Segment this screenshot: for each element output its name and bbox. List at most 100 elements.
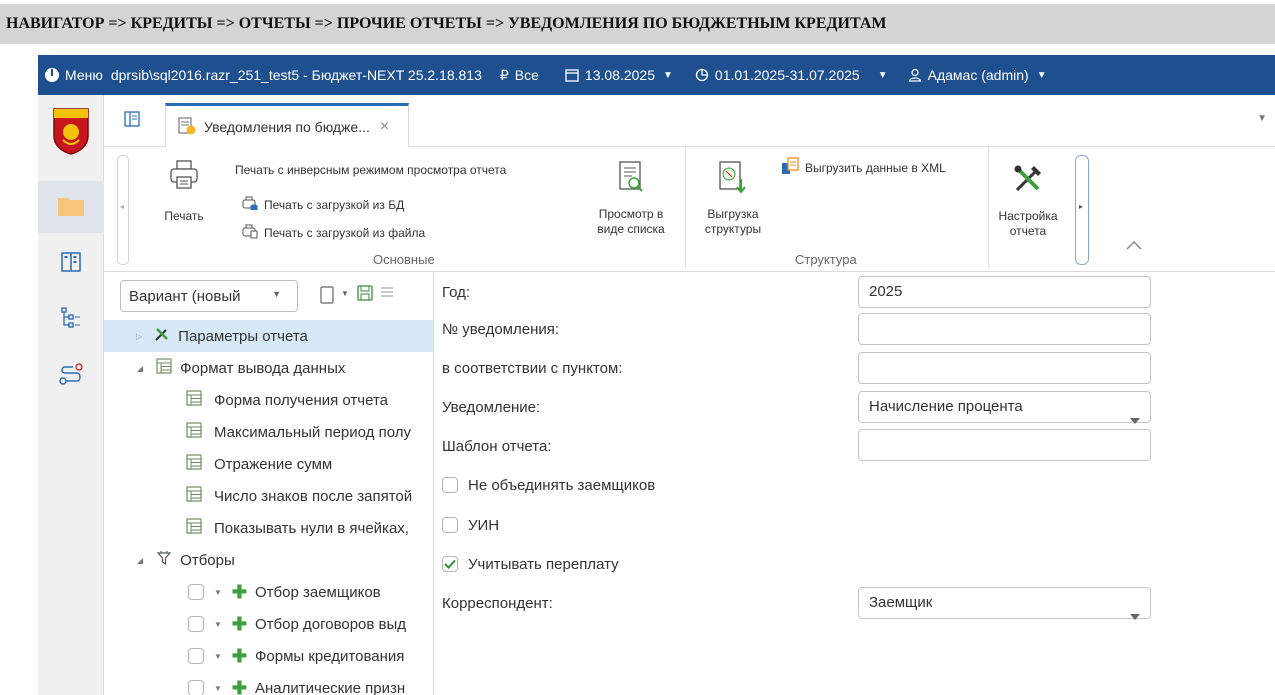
notice-type-value: Начисление процента xyxy=(869,398,1023,415)
user-icon xyxy=(908,68,922,82)
tab-overflow-chevron-icon[interactable]: ▼ xyxy=(1257,113,1267,124)
logo xyxy=(38,101,104,161)
report-settings-button[interactable]: Настройка отчета xyxy=(997,163,1059,239)
tree-item-show-zeros[interactable]: Показывать нули в ячейках, xyxy=(104,512,433,544)
export-xml-button[interactable]: Выгрузить данные в XML xyxy=(781,157,946,178)
tree-item-label: Формы кредитования xyxy=(255,647,405,665)
uin-label: УИН xyxy=(468,516,500,534)
print-db-button[interactable]: Печать с загрузкой из БД xyxy=(242,195,404,214)
save-icon[interactable] xyxy=(357,285,373,304)
variant-select[interactable]: Вариант (новый ▼ xyxy=(120,280,298,312)
ribbon-separator xyxy=(685,147,686,269)
expand-arrow-icon[interactable]: ▷ xyxy=(136,332,142,341)
date-selector[interactable]: 13.08.2025 ▼ xyxy=(565,67,673,83)
tree-item-checkbox[interactable] xyxy=(188,584,204,600)
tree-item-sums-display[interactable]: Отражение сумм xyxy=(104,448,433,480)
no-merge-borrowers-label: Не объединять заемщиков xyxy=(468,476,656,494)
chevron-down-icon[interactable]: ▼ xyxy=(214,684,222,693)
new-document-icon[interactable] xyxy=(320,286,334,307)
view-list-button[interactable]: Просмотр в виде списка xyxy=(588,161,674,237)
print-db-label: Печать с загрузкой из БД xyxy=(264,197,405,212)
tree-item-credit-forms[interactable]: ▼ ✚ Формы кредитования xyxy=(104,640,433,672)
tree-item-output-format[interactable]: ◢ Формат вывода данных xyxy=(104,352,433,384)
tab-label: Уведомления по бюдже... xyxy=(204,119,370,135)
tree-item-analytic-attrs[interactable]: ▼ ✚ Аналитические призн xyxy=(104,672,433,695)
tree-item-contracts-filter[interactable]: ▼ ✚ Отбор договоров выд xyxy=(104,608,433,640)
database-print-icon xyxy=(242,195,258,214)
panel-toggle-icon[interactable] xyxy=(124,111,140,130)
collapse-arrow-icon[interactable]: ◢ xyxy=(137,556,143,565)
chevron-down-icon[interactable]: ▼ xyxy=(214,652,222,661)
breadcrumb: НАВИГАТОР => КРЕДИТЫ => ОТЧЕТЫ => ПРОЧИЕ… xyxy=(0,4,1275,44)
table-icon xyxy=(186,486,202,506)
notice-number-field[interactable] xyxy=(858,313,1151,345)
ribbon-scroll-left[interactable]: ◂ xyxy=(117,155,129,265)
overpayment-option[interactable]: Учитывать переплату xyxy=(442,549,619,579)
chevron-down-icon[interactable]: ▼ xyxy=(214,620,222,629)
layout-button[interactable] xyxy=(38,237,104,289)
clause-field[interactable] xyxy=(858,352,1151,384)
tree-item-label: Параметры отчета xyxy=(178,327,308,345)
correspondent-value: Заемщик xyxy=(869,594,933,611)
chevron-down-icon: ▼ xyxy=(877,69,888,81)
budget-filter[interactable]: ₽ Все xyxy=(500,67,539,84)
table-icon xyxy=(186,454,202,474)
tree-item-borrowers-filter[interactable]: ▼ ✚ Отбор заемщиков xyxy=(104,576,433,608)
tree-item-checkbox[interactable] xyxy=(188,648,204,664)
correspondent-select[interactable]: Заемщик xyxy=(858,587,1151,620)
notice-type-select[interactable]: Начисление процента xyxy=(858,391,1151,424)
clock-icon xyxy=(695,68,709,82)
year-field[interactable]: 2025 xyxy=(858,276,1151,308)
collapse-ribbon-chevron-icon[interactable] xyxy=(1126,239,1142,253)
overpayment-checkbox[interactable] xyxy=(442,556,458,572)
chevron-down-icon: ▼ xyxy=(663,69,673,81)
tree-item-report-params[interactable]: ▷ Параметры отчета xyxy=(104,320,433,352)
folder-button[interactable] xyxy=(38,181,104,233)
export-structure-button[interactable]: Выгрузка структуры xyxy=(695,161,771,237)
group-structure-label: Структура xyxy=(795,252,857,267)
no-merge-borrowers-option[interactable]: Не объединять заемщиков xyxy=(442,470,655,500)
chevron-down-icon[interactable]: ▼ xyxy=(341,289,349,298)
correspondent-label: Корреспондент: xyxy=(442,595,553,612)
tree-item-max-period[interactable]: Максимальный период полу xyxy=(104,416,433,448)
no-merge-borrowers-checkbox[interactable] xyxy=(442,477,458,493)
chevron-down-icon[interactable]: ▼ xyxy=(214,588,222,597)
funnel-icon xyxy=(156,550,172,570)
print-file-button[interactable]: Печать с загрузкой из файла xyxy=(242,223,425,242)
chevron-left-icon: ◂ xyxy=(120,202,125,211)
notice-number-label: № уведомления: xyxy=(442,321,560,338)
connection-info: dprsib\sql2016.razr_251_test5 - Бюджет-N… xyxy=(110,67,482,83)
user-menu[interactable]: Адамас (admin) ▼ xyxy=(908,67,1047,83)
overpayment-label: Учитывать переплату xyxy=(468,555,619,573)
hierarchy-button[interactable] xyxy=(38,293,104,345)
template-field[interactable] xyxy=(858,429,1151,461)
table-icon xyxy=(186,390,202,410)
tab-strip: Уведомления по бюдже... × ▼ xyxy=(104,95,1275,148)
uin-option[interactable]: УИН xyxy=(442,510,499,540)
tree-item-report-form[interactable]: Форма получения отчета xyxy=(104,384,433,416)
tree-item-checkbox[interactable] xyxy=(188,680,204,695)
tab-budget-notices[interactable]: Уведомления по бюдже... × xyxy=(165,103,409,148)
list-view-icon[interactable] xyxy=(380,286,394,303)
year-value: 2025 xyxy=(869,283,903,300)
clause-label: в соответствии с пунктом: xyxy=(442,360,623,377)
print-inverse-button[interactable]: Печать с инверсным режимом просмотра отч… xyxy=(235,163,506,177)
uin-checkbox[interactable] xyxy=(442,517,458,533)
tree-item-checkbox[interactable] xyxy=(188,616,204,632)
route-button[interactable] xyxy=(38,349,104,401)
tree-item-decimal-places[interactable]: Число знаков после запятой xyxy=(104,480,433,512)
file-print-icon xyxy=(242,223,258,242)
tree-item-label: Отборы xyxy=(180,551,235,569)
plus-icon: ✚ xyxy=(231,614,248,634)
print-button[interactable]: Печать xyxy=(159,159,209,224)
table-icon xyxy=(186,422,202,442)
tools-icon xyxy=(1012,163,1044,199)
group-main-label: Основные xyxy=(373,252,435,267)
template-label: Шаблон отчета: xyxy=(442,438,552,455)
collapse-arrow-icon[interactable]: ◢ xyxy=(137,364,143,373)
menu-button[interactable]: Меню xyxy=(44,67,103,83)
close-icon[interactable]: × xyxy=(380,118,389,136)
period-selector[interactable]: 01.01.2025-31.07.2025 ▼ xyxy=(695,67,888,83)
ribbon-scroll-right[interactable]: ▸ xyxy=(1075,155,1089,265)
tree-item-filters[interactable]: ◢ Отборы xyxy=(104,544,433,576)
